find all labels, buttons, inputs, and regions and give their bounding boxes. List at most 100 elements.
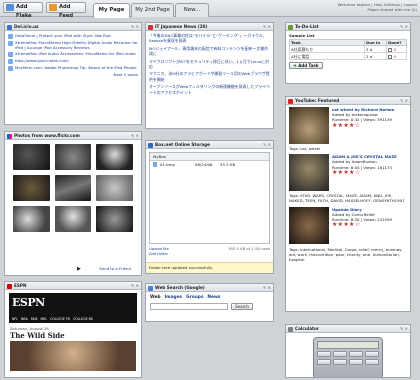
- list-item[interactable]: GetaShine | Protect your iPod with Style…: [8, 33, 138, 39]
- list-item[interactable]: XtremeMac MicroMemo High-Fidelity Digita…: [8, 40, 138, 50]
- search-tab-news[interactable]: News: [207, 295, 220, 300]
- add-folder-link[interactable]: Add folder: [149, 252, 270, 257]
- shared-pages-link[interactable]: Pages shared with me (0): [338, 7, 417, 12]
- video-thumbnail[interactable]: [289, 107, 329, 144]
- espn-nav-college-bk[interactable]: COLLEGE BK: [73, 317, 93, 321]
- file-row[interactable]: 01.bmp 08/24/06 55.5 KB: [150, 161, 269, 168]
- widget-header[interactable]: To-Do-List ✎ ✕: [286, 23, 410, 31]
- widget-header[interactable]: Calculator ✎ ✕: [286, 325, 410, 333]
- table-row[interactable]: A社に電話 2 d ✕: [289, 52, 407, 61]
- list-item[interactable]: MacMerc.com: Adobe Photoshop Tip: Attack…: [8, 65, 138, 72]
- send-to-friend-link[interactable]: Send to a Friend: [99, 266, 131, 271]
- done-checkbox[interactable]: ✕: [386, 52, 407, 61]
- video-item[interactable]: cat wheel by Richard Norton Added by mak…: [289, 107, 407, 144]
- widget-controls[interactable]: ✎ ✕: [263, 141, 271, 149]
- folder-name[interactable]: MyBox: [150, 153, 269, 161]
- video-item[interactable]: Uganda Diary Added by ComicRelief Runtim…: [289, 206, 407, 244]
- list-item[interactable]: http://www.ipod-notes.com/: [8, 58, 138, 65]
- widget-controls[interactable]: ✎ ✕: [400, 23, 408, 31]
- calculator-key[interactable]: [349, 351, 363, 357]
- search-button[interactable]: Search: [231, 303, 253, 310]
- widget-controls[interactable]: ✎ ✕: [131, 282, 139, 290]
- espn-nav-mlb[interactable]: MLB: [31, 317, 38, 321]
- search-tab-images[interactable]: Images: [165, 295, 183, 300]
- widget-header[interactable]: Box.net Online Storage ✎ ✕: [146, 141, 273, 149]
- next-arrow-icon[interactable]: ▶: [77, 266, 81, 272]
- search-input[interactable]: [150, 303, 228, 310]
- photo-thumbnail[interactable]: [96, 144, 133, 170]
- add-icon: ✚: [293, 63, 297, 69]
- boxnet-widget: Box.net Online Storage ✎ ✕ MyBox 01.bmp 0…: [145, 140, 274, 274]
- video-tags: Tags: International, Medical, Corpo, rel…: [289, 246, 403, 263]
- widget-controls[interactable]: ✎ ✕: [263, 284, 271, 292]
- news-item[interactable]: 「今後のDNC事業の柱は“モバイル”と“ゲーミング”」ーガラクル、Seesaaを…: [149, 33, 270, 44]
- calculator-key[interactable]: [365, 359, 379, 365]
- tab-my-2nd-page[interactable]: My 2nd Page: [131, 3, 174, 17]
- espn-headline[interactable]: The Wild Side: [5, 331, 141, 340]
- widget-header[interactable]: Photos from www.flickr.com ✎ ✕: [5, 132, 141, 140]
- tab-my-page[interactable]: My Page: [93, 3, 130, 18]
- calculator-key[interactable]: [349, 359, 363, 365]
- widget-header[interactable]: Del.icio.us ✎ ✕: [5, 23, 141, 31]
- search-tab-web[interactable]: Web: [150, 295, 161, 300]
- add-feed-button[interactable]: Add Feed: [46, 2, 86, 19]
- photo-thumbnail[interactable]: [96, 206, 133, 232]
- espn-nav-nhl[interactable]: NHL: [40, 317, 47, 321]
- calculator-key[interactable]: [317, 351, 331, 357]
- list-item[interactable]: XtremeMac iPod Audio Accessories: MicroM…: [8, 51, 138, 58]
- calculator-key[interactable]: [333, 359, 347, 365]
- calculator-key[interactable]: [317, 359, 331, 365]
- video-item[interactable]: ADAM & JOE'S CRYSTAL MAZE Added by AdamB…: [289, 154, 407, 192]
- done-checkbox[interactable]: ✕: [386, 45, 407, 54]
- news-item[interactable]: マイクロソフトがIE7をセキュリティ修正に伴い、1ヵ月でLinuxに対応: [149, 59, 270, 70]
- video-thumbnail[interactable]: [289, 206, 329, 244]
- box-icon: [148, 142, 153, 148]
- video-thumbnail[interactable]: [289, 154, 329, 192]
- delete-icon[interactable]: ✕: [393, 54, 396, 59]
- youtube-widget: YouTube: Featured ✎ ✕ cat wheel by Richar…: [285, 96, 411, 312]
- widget-header[interactable]: Web Search (Google) ✎ ✕: [146, 284, 273, 292]
- photo-thumbnail[interactable]: [54, 175, 92, 201]
- next-posts-link[interactable]: Next 5 posts: [8, 72, 138, 77]
- status-message: Folder tree updated successfully.: [146, 262, 273, 273]
- news-item[interactable]: マクニカ、米M社のアラビアボードや開発ツール用のWebブラウザ提供を開始: [149, 71, 270, 82]
- news-item[interactable]: MOジェイアール、専用端末の配信で有料コンテンツを配布ー文書作成に: [149, 46, 270, 57]
- youtube-icon: [288, 98, 293, 104]
- photo-grid: [5, 140, 141, 236]
- tab-new[interactable]: New...: [175, 3, 209, 17]
- delete-icon[interactable]: ✕: [393, 47, 396, 52]
- table-row[interactable]: A社見積もり 3 d ✕: [289, 45, 407, 54]
- widget-controls[interactable]: ✎ ✕: [400, 97, 408, 105]
- espn-nav-nba[interactable]: NBA: [21, 317, 28, 321]
- bookmark-icon: [8, 34, 13, 39]
- widget-controls[interactable]: ✎ ✕: [131, 23, 139, 31]
- news-item[interactable]: オープンソースがWebフィルタリングの新版機能を発表したプライベートのアクセスポ…: [149, 84, 270, 95]
- calculator-body: [313, 337, 383, 377]
- widget-header[interactable]: YouTube: Featured ✎ ✕: [286, 97, 410, 105]
- add-task-button[interactable]: ✚ Add Task: [289, 62, 323, 70]
- widget-header[interactable]: IT Japanese News (20) ✎ ✕: [146, 23, 273, 31]
- photo-thumbnail[interactable]: [13, 206, 50, 232]
- widget-controls[interactable]: ✎ ✕: [400, 325, 408, 333]
- japan-news-widget: IT Japanese News (20) ✎ ✕ 「今後のDNC事業の柱は“モバ…: [145, 22, 274, 129]
- add-flake-button[interactable]: Add Flake: [3, 2, 43, 19]
- espn-photo[interactable]: [10, 341, 136, 371]
- espn-nav-college-fb[interactable]: COLLEGE FB: [50, 317, 70, 321]
- file-name: 01.bmp: [160, 162, 175, 167]
- photo-thumbnail[interactable]: [54, 206, 92, 232]
- photo-thumbnail[interactable]: [96, 175, 133, 201]
- search-tab-groups[interactable]: Groups: [186, 295, 203, 300]
- espn-nav-nfl[interactable]: NFL: [12, 317, 18, 321]
- calculator-key[interactable]: [333, 351, 347, 357]
- photo-thumbnail[interactable]: [54, 144, 92, 170]
- calculator-widget: Calculator ✎ ✕: [285, 324, 411, 378]
- photo-thumbnail[interactable]: [13, 175, 50, 201]
- widget-controls[interactable]: ✎ ✕: [263, 23, 271, 31]
- file-icon: [153, 162, 157, 167]
- widget-controls[interactable]: ✎ ✕: [131, 132, 139, 140]
- todo-table: Task Due in Done? A社見積もり 3 d ✕ A社に電話 2 d ✕: [289, 39, 407, 61]
- calculator-key[interactable]: [365, 351, 379, 357]
- widget-header[interactable]: ESPN ✎ ✕: [5, 282, 141, 290]
- espn-banner[interactable]: ESPN NFL NBA MLB NHL COLLEGE FB COLLEGE …: [9, 293, 137, 323]
- photo-thumbnail[interactable]: [13, 144, 50, 170]
